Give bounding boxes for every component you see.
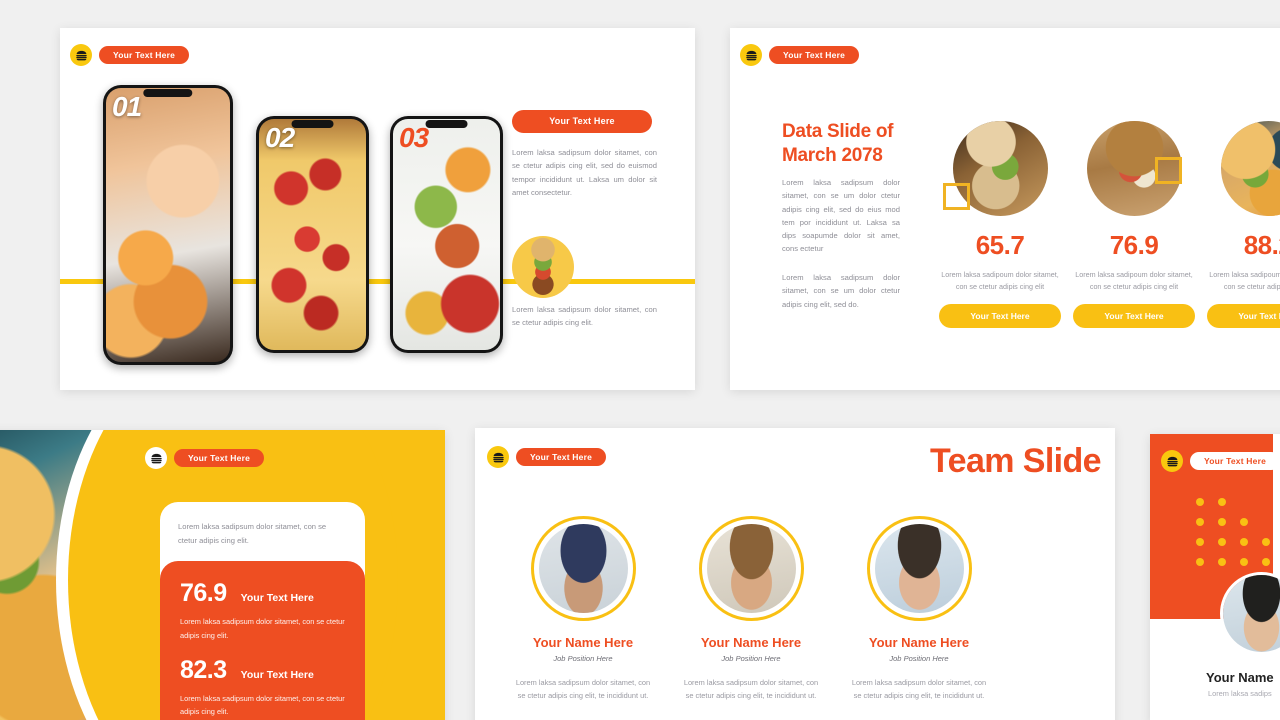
slide3-stat-1-row: 76.9 Your Text Here [180, 579, 345, 608]
burger-icon [487, 446, 509, 468]
slide2-title: Data Slide of March 2078 [782, 120, 942, 168]
burger-icon [145, 447, 167, 469]
stat-value-1: 65.7 [975, 230, 1025, 260]
slide3-card-intro: Lorem laksa sadipsum dolor sitamet, con … [178, 522, 327, 545]
team-member-1-image [538, 524, 628, 613]
phone-number-2: 02 [265, 122, 295, 153]
slide5-name: Your Name [1206, 670, 1274, 685]
slide3-stat-2-label: Your Text Here [240, 668, 314, 681]
slide1-paragraph-1: Lorem laksa sadipsum dolor sitamet, con … [512, 148, 657, 197]
team-member-3-image [874, 524, 964, 613]
stat-button-2[interactable]: Your Text Here [1073, 304, 1195, 329]
stat-value-2: 76.9 [1109, 230, 1159, 260]
burger-icon [1161, 450, 1183, 472]
team-member-blond-photo [706, 524, 796, 613]
stat-column-2[interactable]: 76.9 Lorem laksa sadipoum dolor sitamet,… [1073, 121, 1195, 329]
phone-mockup-1[interactable]: 01 [103, 85, 233, 365]
team-member-3-name: Your Name Here [868, 635, 970, 650]
slide3-stat-card: Lorem laksa sadipsum dolor sitamet, con … [160, 502, 365, 720]
team-member-2-bio: Lorem laksa sadipsum dolor sitamet, con … [683, 678, 819, 701]
yellow-square-accent [943, 183, 970, 210]
slide-team[interactable]: Your Text Here Team Slide Your Name Here… [475, 428, 1115, 720]
team-member-portrait-photo [1220, 572, 1280, 655]
fried-chicken-nuggets-photo [106, 88, 230, 362]
phone-notch [143, 89, 193, 97]
burger-stack-photo [512, 236, 574, 298]
phone-number-3: 03 [399, 122, 429, 153]
avatar-ring-1 [530, 516, 636, 621]
slide2-title-line-1: Data Slide of [782, 121, 894, 142]
dot-grid-pattern [1196, 498, 1270, 566]
slide1-cta-wrap[interactable]: Your Text Here [512, 110, 652, 133]
phone-screen-1 [106, 88, 230, 362]
slide3-badge[interactable]: Your Text Here [145, 447, 265, 469]
slide5-portrait-image [1223, 575, 1280, 652]
team-member-1-job: Job Position Here [553, 654, 613, 663]
avatar-ring-2 [698, 516, 804, 621]
stat-button-1[interactable]: Your Text Here [939, 304, 1061, 329]
slide3-stat-1-label: Your Text Here [240, 592, 314, 605]
slide5-badge-label[interactable]: Your Text Here [1190, 451, 1280, 471]
slide1-badge-label[interactable]: Your Text Here [99, 45, 190, 65]
team-member-1[interactable]: Your Name Here Job Position Here Lorem l… [488, 516, 678, 703]
team-member-2-image [706, 524, 796, 613]
slide3-badge-label[interactable]: Your Text Here [174, 448, 265, 468]
slide1-cta-button[interactable]: Your Text Here [512, 110, 652, 133]
team-member-1-bio: Lorem laksa sadipsum dolor sitamet, con … [515, 678, 651, 701]
slide3-stat-2-row: 82.3 Your Text Here [180, 656, 345, 685]
slide3-stat-1: 76.9 Your Text Here Lorem laksa sadipsum… [180, 579, 345, 642]
stat-column-3[interactable]: 88.2 Lorem laksa sadipoum dolor sitamet,… [1207, 121, 1280, 329]
team-member-cap-photo [538, 524, 628, 613]
slide4-title: Team Slide [930, 442, 1102, 480]
slide3-stat-1-description: Lorem laksa sadipsum dolor sitamet, con … [180, 617, 345, 640]
team-member-3[interactable]: Your Name Here Job Position Here Lorem l… [824, 516, 1014, 703]
slide-data-statistics[interactable]: Your Text Here Data Slide of March 2078 … [730, 28, 1280, 390]
slide1-paragraph-2: Lorem laksa sadipsum dolor sitamet, con … [512, 305, 657, 328]
slide3-stat-2: 82.3 Your Text Here Lorem laksa sadipsum… [180, 656, 345, 719]
stat-description-1: Lorem laksa sadipoum dolor sitamet, con … [941, 270, 1059, 292]
cheeseburger-photo [1220, 121, 1280, 216]
team-member-2-job: Job Position Here [721, 654, 781, 663]
slide1-badge[interactable]: Your Text Here [70, 44, 190, 66]
slide-yellow-stats[interactable]: Your Text Here Lorem laksa sadipsum dolo… [0, 430, 445, 720]
slide3-stat-2-value: 82.3 [180, 655, 227, 684]
slide2-title-line-2: March 2078 [782, 144, 883, 166]
slide5-badge[interactable]: Your Text Here [1161, 450, 1280, 472]
burger-stack-image [512, 236, 574, 298]
team-member-1-name: Your Name Here [532, 635, 634, 650]
phone-notch [291, 120, 334, 128]
stat-description-3: Lorem laksa sadipoum dolor sitamet, con … [1209, 270, 1280, 292]
slide2-badge-label[interactable]: Your Text Here [769, 45, 860, 65]
slide-deck-preview: Your Text Here 01 02 03 Your Text Here L… [0, 0, 1280, 720]
slide3-orange-panel: 76.9 Your Text Here Lorem laksa sadipsum… [160, 561, 365, 720]
slide2-paragraph-2: Lorem laksa sadipsum dolor sitamet, con … [782, 273, 900, 309]
team-member-dark-hair-photo [874, 524, 964, 613]
slide4-badge[interactable]: Your Text Here [487, 446, 607, 468]
stat-value-3: 88.2 [1243, 230, 1280, 260]
team-member-2-name: Your Name Here [700, 635, 802, 650]
cheeseburger-image [1220, 121, 1280, 216]
team-member-2[interactable]: Your Name Here Job Position Here Lorem l… [656, 516, 846, 703]
stat-description-2: Lorem laksa sadipoum dolor sitamet, con … [1075, 270, 1193, 292]
avatar-ring-3 [866, 516, 972, 621]
burger-icon [70, 44, 92, 66]
slide4-badge-label[interactable]: Your Text Here [516, 447, 607, 467]
slide-profile-partial[interactable]: Your Text Here Your Name Lorem laksa sad… [1150, 434, 1280, 720]
phone-number-1: 01 [112, 91, 142, 122]
stat-button-3[interactable]: Your Text Here [1207, 304, 1280, 329]
phone-mockup-3[interactable]: 03 [390, 116, 503, 353]
slide2-paragraph-1: Lorem laksa sadipsum dolor sitamet, con … [782, 178, 900, 254]
burger-icon [740, 44, 762, 66]
stat-column-1[interactable]: 65.7 Lorem laksa sadipoum dolor sitamet,… [939, 121, 1061, 329]
phone-mockup-2[interactable]: 02 [256, 116, 369, 353]
team-member-3-bio: Lorem laksa sadipsum dolor sitamet, con … [851, 678, 987, 701]
slide3-stat-2-description: Lorem laksa sadipsum dolor sitamet, con … [180, 693, 345, 717]
slide3-stat-1-value: 76.9 [180, 579, 227, 608]
slide2-badge[interactable]: Your Text Here [740, 44, 860, 66]
slide5-subtitle: Lorem laksa sadips [1208, 689, 1272, 698]
yellow-square-accent [1155, 157, 1182, 184]
phone-notch [425, 120, 468, 128]
slide-phone-showcase[interactable]: Your Text Here 01 02 03 Your Text Here L… [60, 28, 695, 390]
team-member-3-job: Job Position Here [889, 654, 949, 663]
